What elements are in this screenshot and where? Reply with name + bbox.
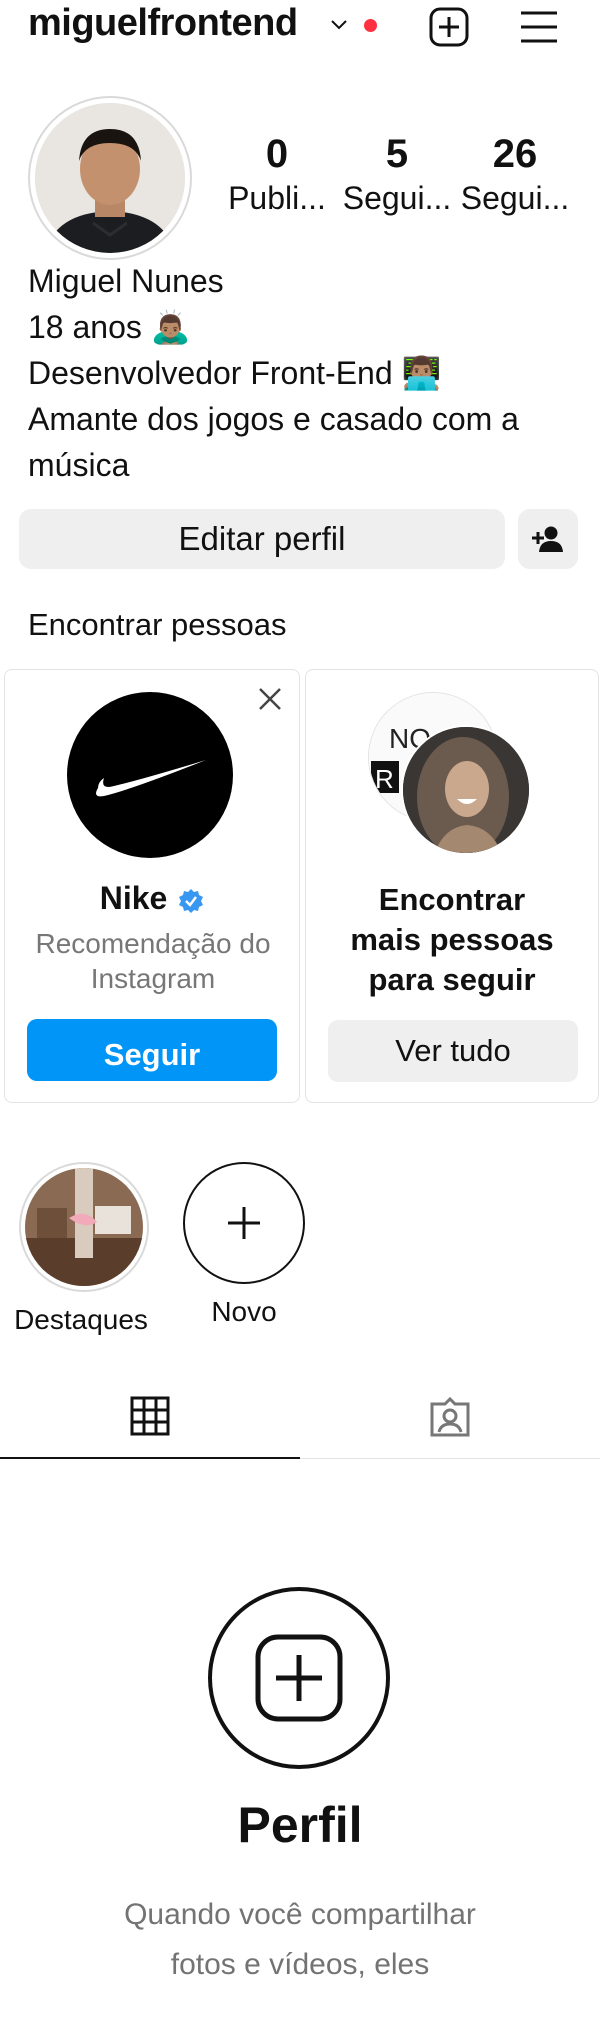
tagged-icon	[430, 1396, 470, 1437]
empty-state-title: Perfil	[237, 1797, 363, 1853]
bio-line: 18 anos 🙇🏽‍♂️	[28, 309, 191, 345]
profile-bio: Miguel Nunes 18 anos 🙇🏽‍♂️ Desenvolvedor…	[28, 258, 578, 488]
new-post-button[interactable]	[425, 3, 473, 51]
stat-value: 5	[385, 132, 409, 176]
highlight-item[interactable]: Destaques	[14, 1162, 154, 1336]
tab-tagged[interactable]	[300, 1375, 600, 1459]
suggestions-title: Encontrar pessoas	[28, 607, 287, 642]
suggestion-name-text: Nike	[99, 880, 168, 916]
create-post-button[interactable]	[208, 1587, 390, 1769]
grid-icon	[130, 1396, 170, 1436]
username[interactable]: miguelfrontend	[28, 2, 298, 45]
empty-state-description: Quando você compartilhar fotos e vídeos,…	[124, 1898, 476, 1981]
stat-label: Segui...	[460, 180, 570, 216]
svg-text:R: R	[375, 764, 394, 794]
stat-value: 0	[265, 132, 289, 176]
stat-followers[interactable]: 5 Segui...	[342, 130, 452, 218]
suggestion-card-nike[interactable]: Nike Recomendação do Instagram Seguir	[4, 669, 300, 1103]
header: miguelfrontend	[0, 0, 600, 60]
chevron-down-icon[interactable]	[328, 14, 350, 36]
suggestion-avatar-front	[401, 725, 531, 855]
new-highlight-button[interactable]: Novo	[174, 1162, 314, 1328]
new-post-icon	[429, 7, 469, 47]
see-more-title: Encontrar mais pessoas para seguir	[350, 882, 554, 997]
menu-button[interactable]	[515, 3, 563, 51]
highlight-ring	[19, 1162, 149, 1292]
profile-name: Miguel Nunes	[28, 263, 224, 299]
highlight-cover	[25, 1168, 143, 1286]
stat-label: Segui...	[342, 180, 452, 216]
bio-line: Desenvolvedor Front-End 👨🏽‍💻	[28, 355, 442, 391]
new-post-icon	[255, 1634, 343, 1722]
suggestion-card-see-more[interactable]: NO R Encontrar mais pessoas para seguir …	[305, 669, 599, 1103]
plus-icon	[228, 1207, 260, 1239]
nike-logo-icon[interactable]	[67, 692, 233, 858]
notification-dot	[364, 19, 377, 32]
bio-line: Amante dos jogos e casado com a	[28, 401, 519, 437]
edit-profile-button[interactable]: Editar perfil	[19, 509, 505, 569]
profile-tabs	[0, 1375, 600, 1459]
discover-people-button[interactable]	[518, 509, 578, 569]
suggestion-subtitle: Recomendação do Instagram	[35, 928, 271, 994]
profile-avatar[interactable]	[28, 96, 192, 260]
add-user-icon	[532, 526, 563, 552]
suggestion-name[interactable]: Nike	[5, 880, 299, 917]
highlight-label: Destaques	[14, 1304, 148, 1335]
follow-button[interactable]: Seguir	[27, 1019, 277, 1081]
highlight-label: Novo	[211, 1296, 277, 1327]
bio-line: música	[28, 447, 130, 483]
new-highlight-circle	[183, 1162, 305, 1284]
see-all-button[interactable]: Ver tudo	[328, 1020, 578, 1082]
tab-posts-grid[interactable]	[0, 1375, 300, 1459]
stat-posts[interactable]: 0 Publi...	[222, 130, 332, 218]
close-icon[interactable]	[255, 684, 285, 714]
verified-badge-icon	[179, 888, 204, 913]
menu-icon	[521, 11, 557, 43]
stat-value: 26	[492, 132, 538, 176]
stat-label: Publi...	[228, 180, 326, 216]
stat-following[interactable]: 26 Segui...	[460, 130, 570, 218]
avatar-photo	[35, 103, 185, 253]
